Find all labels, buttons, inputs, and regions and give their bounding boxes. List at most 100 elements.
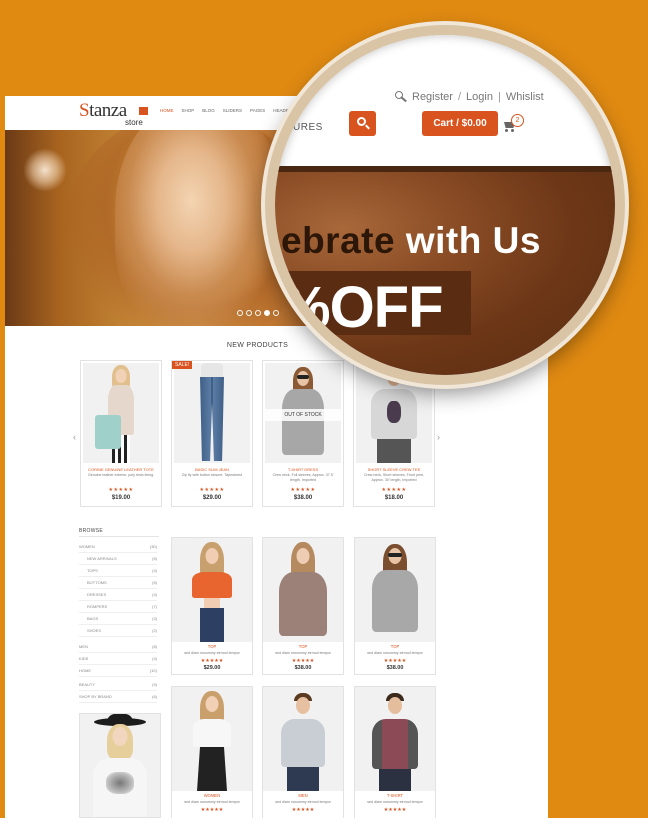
rating-stars-icon: ★★★★★ — [383, 658, 407, 664]
slider-dot[interactable] — [237, 310, 243, 316]
product-price: $18.00 — [384, 495, 404, 501]
product-name[interactable]: BASIC SLIM JEAN — [172, 467, 252, 472]
product-image[interactable] — [83, 363, 159, 463]
sale-badge: SALE! — [172, 361, 193, 369]
product-desc: sed diam nonummy eirmod tempor — [275, 651, 331, 655]
category-shop-by-brand[interactable]: SHOP BY BRAND (6) — [79, 691, 157, 703]
hero-offer-text: %OFF — [279, 275, 444, 340]
slider-dots — [237, 310, 279, 316]
category-beauty[interactable]: BEAUTY (9) — [79, 679, 157, 691]
category-count: (7) — [152, 604, 157, 609]
product-image[interactable] — [172, 538, 252, 642]
product-image[interactable] — [263, 538, 343, 642]
category-tops[interactable]: TOPS (4) — [79, 565, 157, 577]
grid-product-card[interactable]: WOMEN sed diam nonummy eirmod tempor ★★★… — [171, 686, 253, 818]
product-price: $29.00 — [202, 495, 222, 501]
hero-model-image — [115, 130, 285, 326]
category-count: (30) — [149, 544, 157, 549]
product-name[interactable]: T-SHIRT DRESS — [263, 467, 343, 472]
nav-features-partial[interactable]: URES — [293, 122, 323, 133]
product-name[interactable]: SHORT SLEEVE CREW TEE — [354, 467, 434, 472]
cart-wheel — [511, 129, 514, 132]
category-count: (4) — [152, 568, 157, 573]
grid-product-card[interactable]: TOP sed diam nonummy eirmod tempor ★★★★★… — [171, 537, 253, 675]
product-image[interactable] — [355, 538, 435, 642]
nav-pages[interactable]: PAGES — [250, 108, 265, 113]
category-dresses[interactable]: DRESSES (4) — [79, 589, 157, 601]
product-image[interactable] — [355, 687, 435, 791]
category-label: KIDS — [79, 656, 89, 661]
product-name[interactable]: TOP — [172, 644, 252, 649]
category-bags[interactable]: BAGS (3) — [79, 613, 157, 625]
hero-flower-image — [23, 148, 67, 192]
product-desc: Crew neck, Short sleeves, Front print, A… — [363, 473, 425, 482]
cart-count-badge: 2 — [511, 114, 524, 127]
product-price: $19.00 — [111, 495, 131, 501]
product-price: $29.00 — [203, 665, 221, 671]
category-home[interactable]: HOME (10) — [79, 665, 157, 677]
out-of-stock-badge: OUT OF STOCK — [265, 409, 341, 421]
rating-stars-icon: ★★★★★ — [200, 807, 224, 813]
logo-rest: tanza — [89, 100, 127, 121]
category-label: SHOES — [87, 628, 102, 633]
product-card[interactable]: SALE! BASIC SLIM JEAN Zip fly with butto… — [171, 360, 253, 507]
magnifier-lens: Register / Login | Whislist URES Cart / … — [265, 25, 625, 385]
prev-arrow-icon[interactable]: ‹ — [73, 432, 76, 442]
grid-product-card[interactable]: T-SHIRT sed diam nonummy eirmod tempor ★… — [354, 686, 436, 818]
category-count: (4) — [152, 656, 157, 661]
category-bottoms[interactable]: BOTTOMS (5) — [79, 577, 157, 589]
category-label: ROMPERS — [87, 604, 108, 609]
product-card[interactable]: CORINE GENUINE LEATHER TOTE Genuine leat… — [80, 360, 162, 507]
category-kids[interactable]: KIDS (4) — [79, 653, 157, 665]
rating-stars-icon: ★★★★★ — [291, 807, 315, 813]
category-count: (4) — [152, 592, 157, 597]
separator: / — [457, 91, 462, 103]
nav-blog[interactable]: BLOG — [202, 108, 215, 113]
rating-stars-icon: ★★★★★ — [291, 658, 315, 664]
product-desc: sed diam nonummy eirmod tempor — [184, 651, 240, 655]
grid-product-card[interactable]: TOP sed diam nonummy eirmod tempor ★★★★★… — [262, 537, 344, 675]
wishlist-link[interactable]: Whislist — [506, 91, 544, 103]
category-men[interactable]: MEN (8) — [79, 641, 157, 653]
register-link[interactable]: Register — [412, 91, 453, 103]
product-price: $38.00 — [294, 665, 312, 671]
product-name[interactable]: WOMEN — [172, 793, 252, 798]
product-image[interactable] — [172, 687, 252, 791]
logo-mark-icon — [139, 107, 148, 115]
browse-title: BROWSE — [79, 528, 104, 534]
nav-home[interactable]: HOME — [160, 108, 174, 113]
grid-product-card[interactable]: MEN sed diam nonummy eirmod tempor ★★★★★ — [262, 686, 344, 818]
cart-button[interactable]: Cart / $0.00 — [422, 111, 498, 136]
nav-sliders[interactable]: SLIDERS — [223, 108, 242, 113]
product-price: $38.00 — [293, 495, 313, 501]
category-new-arrivals[interactable]: NEW ARRIVALS (5) — [79, 553, 157, 565]
login-link[interactable]: Login — [466, 91, 493, 103]
slider-dot-active[interactable] — [264, 310, 270, 316]
category-count: (3) — [152, 616, 157, 621]
product-image[interactable]: OUT OF STOCK — [265, 363, 341, 463]
search-button[interactable] — [349, 111, 376, 136]
next-arrow-icon[interactable]: › — [437, 432, 440, 442]
category-rompers[interactable]: ROMPERS (7) — [79, 601, 157, 613]
category-shoes[interactable]: SHOES (2) — [79, 625, 157, 637]
slider-dot[interactable] — [246, 310, 252, 316]
rating-stars-icon: ★★★★★ — [108, 487, 134, 493]
product-name[interactable]: TOP — [263, 644, 343, 649]
product-name[interactable]: T-SHIRT — [355, 793, 435, 798]
sidebar-promo-image[interactable] — [79, 713, 161, 818]
nav-shop[interactable]: SHOP — [182, 108, 195, 113]
product-name[interactable]: TOP — [355, 644, 435, 649]
product-image[interactable] — [263, 687, 343, 791]
product-name[interactable]: MEN — [263, 793, 343, 798]
product-desc: Genuine leather exterior, poly resin lin… — [87, 473, 155, 477]
category-women[interactable]: WOMEN (30) — [79, 541, 157, 553]
product-image[interactable] — [174, 363, 250, 463]
grid-product-card[interactable]: TOP sed diam nonummy eirmod tempor ★★★★★… — [354, 537, 436, 675]
hero-headline: ebrate with Us — [281, 220, 541, 262]
product-card[interactable]: OUT OF STOCK T-SHIRT DRESS Crew neck, Fu… — [262, 360, 344, 507]
product-name[interactable]: CORINE GENUINE LEATHER TOTE — [81, 467, 161, 472]
store-logo[interactable]: Stanza store — [79, 100, 149, 128]
product-desc: sed diam nonummy eirmod tempor — [184, 800, 240, 804]
slider-dot[interactable] — [255, 310, 261, 316]
product-desc: sed diam nonummy eirmod tempor — [367, 651, 423, 655]
